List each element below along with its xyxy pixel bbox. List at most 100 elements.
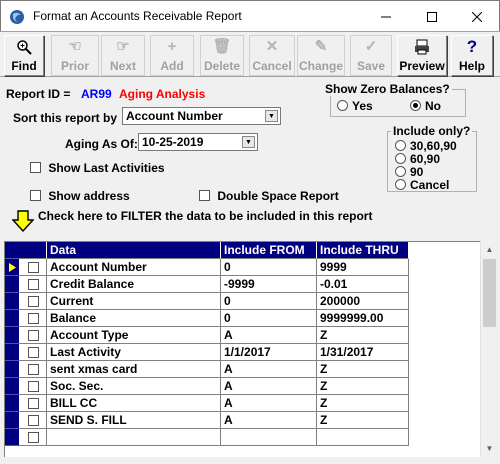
filter-arrow-icon[interactable] [12, 210, 34, 232]
sort-select[interactable]: Account Number ▼ [122, 107, 281, 125]
cancel-button[interactable]: ✕ Cancel [249, 35, 295, 76]
preview-button[interactable]: Preview [397, 35, 447, 76]
include-only-option-4[interactable]: Cancel [395, 178, 449, 192]
include-only-option-1[interactable]: 30,60,90 [395, 139, 457, 153]
row-indicator[interactable] [5, 310, 19, 327]
cell-include-thru[interactable]: -0.01 [317, 276, 409, 293]
cell-data[interactable]: Credit Balance [47, 276, 221, 293]
cell-include-thru[interactable]: Z [317, 361, 409, 378]
row-indicator[interactable] [5, 327, 19, 344]
scroll-down-icon[interactable]: ▼ [481, 440, 498, 457]
grid-header-data[interactable]: Data [47, 242, 221, 259]
include-only-radio[interactable] [395, 153, 406, 164]
row-indicator[interactable] [5, 293, 19, 310]
cell-include-thru[interactable]: Z [317, 395, 409, 412]
delete-button[interactable]: 🗑 Delete [200, 35, 244, 76]
cell-include-from[interactable]: 0 [221, 310, 317, 327]
save-button[interactable]: ✓ Save [350, 35, 392, 76]
cell-include-thru[interactable]: 9999 [317, 259, 409, 276]
cell-data[interactable]: Current [47, 293, 221, 310]
double-space-checkbox[interactable] [199, 190, 210, 201]
row-indicator[interactable] [5, 429, 19, 446]
row-include-checkbox[interactable] [28, 313, 39, 324]
zero-balances-no-radio[interactable] [410, 100, 421, 111]
cell-include-thru[interactable]: 200000 [317, 293, 409, 310]
include-only-radio[interactable] [395, 179, 406, 190]
row-indicator[interactable] [5, 378, 19, 395]
scroll-up-icon[interactable]: ▲ [481, 241, 498, 258]
cell-data[interactable] [47, 429, 221, 446]
row-include-checkbox[interactable] [28, 398, 39, 409]
double-space-option[interactable]: Double Space Report [199, 189, 339, 203]
cell-include-from[interactable]: A [221, 412, 317, 429]
row-indicator[interactable] [5, 276, 19, 293]
cell-include-from[interactable]: 1/1/2017 [221, 344, 317, 361]
cell-include-thru[interactable] [317, 429, 409, 446]
cell-data[interactable]: SEND S. FILL [47, 412, 221, 429]
row-include-checkbox[interactable] [28, 364, 39, 375]
cell-data[interactable]: BILL CC [47, 395, 221, 412]
grid-scrollbar[interactable]: ▲ ▼ [480, 241, 497, 457]
cell-data[interactable]: Account Number [47, 259, 221, 276]
cell-include-thru[interactable]: Z [317, 412, 409, 429]
cell-data[interactable]: Last Activity [47, 344, 221, 361]
row-checkbox-cell [19, 378, 47, 395]
show-last-activities-checkbox[interactable] [30, 162, 41, 173]
next-button[interactable]: ☞ Next [101, 35, 145, 76]
scroll-thumb[interactable] [483, 259, 496, 327]
row-indicator[interactable] [5, 412, 19, 429]
show-address-option[interactable]: Show address [30, 189, 130, 203]
row-include-checkbox[interactable] [28, 330, 39, 341]
row-include-checkbox[interactable] [28, 262, 39, 273]
include-only-label: 30,60,90 [410, 139, 457, 153]
close-button[interactable] [454, 2, 500, 31]
cell-include-thru[interactable]: 1/31/2017 [317, 344, 409, 361]
include-only-option-3[interactable]: 90 [395, 165, 423, 179]
cell-include-thru[interactable]: 9999999.00 [317, 310, 409, 327]
cell-include-from[interactable]: A [221, 395, 317, 412]
row-include-checkbox[interactable] [28, 296, 39, 307]
row-indicator[interactable] [5, 361, 19, 378]
maximize-button[interactable] [409, 2, 455, 31]
row-indicator[interactable] [5, 395, 19, 412]
row-checkbox-cell [19, 344, 47, 361]
row-include-checkbox[interactable] [28, 432, 39, 443]
cell-include-from[interactable] [221, 429, 317, 446]
grid-header-thru[interactable]: Include THRU [317, 242, 409, 259]
cell-include-from[interactable]: A [221, 361, 317, 378]
row-include-checkbox[interactable] [28, 415, 39, 426]
cell-include-from[interactable]: 0 [221, 259, 317, 276]
cell-include-from[interactable]: A [221, 378, 317, 395]
cell-data[interactable]: sent xmas card [47, 361, 221, 378]
zero-balances-yes-radio[interactable] [337, 100, 348, 111]
minimize-button[interactable] [363, 2, 409, 31]
zero-balances-no-option[interactable]: No [410, 99, 441, 113]
cell-data[interactable]: Balance [47, 310, 221, 327]
row-indicator[interactable] [5, 344, 19, 361]
row-include-checkbox[interactable] [28, 279, 39, 290]
add-button[interactable]: + Add [150, 35, 194, 76]
cell-include-from[interactable]: -9999 [221, 276, 317, 293]
help-button[interactable]: ? Help [451, 35, 493, 76]
row-include-checkbox[interactable] [28, 381, 39, 392]
zero-balances-yes-option[interactable]: Yes [337, 99, 373, 113]
show-address-checkbox[interactable] [30, 190, 41, 201]
include-only-radio[interactable] [395, 166, 406, 177]
prior-button[interactable]: ☜ Prior [51, 35, 99, 76]
grid-header-from[interactable]: Include FROM [221, 242, 317, 259]
show-last-activities-option[interactable]: Show Last Activities [30, 161, 165, 175]
include-only-option-2[interactable]: 60,90 [395, 152, 440, 166]
cell-include-from[interactable]: 0 [221, 293, 317, 310]
cell-data[interactable]: Account Type [47, 327, 221, 344]
change-button[interactable]: ✎ Change [297, 35, 345, 76]
aging-date-select[interactable]: 10-25-2019 ▼ [138, 133, 258, 151]
cell-data[interactable]: Soc. Sec. [47, 378, 221, 395]
row-indicator[interactable] [5, 259, 19, 276]
cell-include-thru[interactable]: Z [317, 327, 409, 344]
row-checkbox-cell [19, 293, 47, 310]
include-only-radio[interactable] [395, 140, 406, 151]
find-button[interactable]: Find [4, 35, 44, 76]
cell-include-thru[interactable]: Z [317, 378, 409, 395]
row-include-checkbox[interactable] [28, 347, 39, 358]
cell-include-from[interactable]: A [221, 327, 317, 344]
